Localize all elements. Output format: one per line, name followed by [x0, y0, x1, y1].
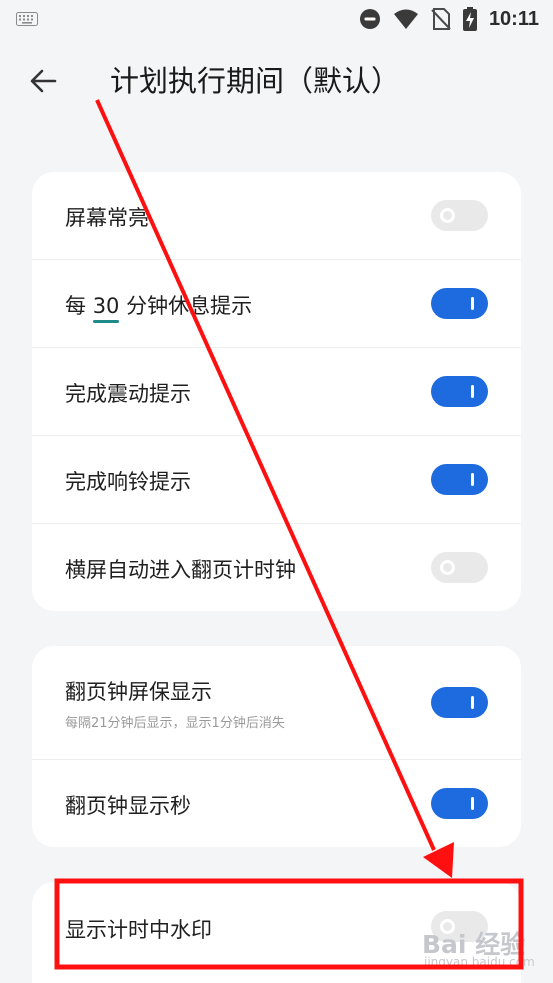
do-not-disturb-icon: [359, 9, 380, 29]
setting-label: 横屏自动进入翻页计时钟: [65, 558, 296, 582]
setting-label: 翻页钟屏保显示: [65, 680, 212, 704]
label-prefix: 每: [65, 294, 93, 318]
setting-row-flip-clock-screensaver[interactable]: 翻页钟屏保显示 每隔21分钟后显示，显示1分钟后消失: [32, 646, 521, 760]
landscape-flip-clock-toggle[interactable]: [431, 552, 488, 583]
setting-label: 完成响铃提示: [65, 470, 191, 494]
interval-number[interactable]: 30: [93, 294, 120, 318]
setting-label: 翻页钟显示秒: [65, 794, 191, 818]
flip-clock-screensaver-toggle[interactable]: [431, 687, 488, 718]
app-bar: 计划执行期间（默认）: [0, 48, 553, 112]
setting-label: 显示计时中水印: [65, 918, 212, 942]
setting-label: 完成震动提示: [65, 382, 191, 406]
screen-always-on-toggle[interactable]: [431, 200, 488, 231]
no-sim-icon: [431, 8, 451, 30]
setting-row-flip-clock-seconds[interactable]: 翻页钟显示秒: [32, 760, 521, 847]
page-title: 计划执行期间（默认）: [110, 64, 401, 98]
setting-row-landscape-flip-clock[interactable]: 横屏自动进入翻页计时钟: [32, 524, 521, 611]
vibrate-on-finish-toggle[interactable]: [431, 376, 488, 407]
setting-row-vibrate-on-finish[interactable]: 完成震动提示: [32, 348, 521, 436]
ring-on-finish-toggle[interactable]: [431, 464, 488, 495]
annotation-arrowhead: [423, 842, 454, 878]
setting-row-break-reminder[interactable]: 每 30 分钟休息提示: [32, 260, 521, 348]
setting-label: 每 30 分钟休息提示: [65, 290, 252, 320]
setting-sublabel: 每隔21分钟后显示，显示1分钟后消失: [65, 716, 285, 731]
settings-card-flip-clock: 翻页钟屏保显示 每隔21分钟后显示，显示1分钟后消失 翻页钟显示秒: [32, 646, 521, 847]
setting-label: 屏幕常亮: [65, 206, 149, 230]
watermark-url: jingyan.baidu.com: [424, 955, 535, 969]
status-time: 10:11: [488, 7, 539, 30]
wifi-icon: [393, 9, 418, 29]
status-bar: 10:11: [0, 0, 553, 38]
label-suffix: 分钟休息提示: [119, 294, 253, 318]
keyboard-icon: [16, 12, 38, 26]
flip-clock-seconds-toggle[interactable]: [431, 788, 488, 819]
break-reminder-toggle[interactable]: [431, 288, 488, 319]
settings-card-general: 屏幕常亮 每 30 分钟休息提示 完成震动提示 完成响铃提示 横屏自动进入翻页计…: [32, 172, 521, 611]
setting-row-screen-always-on[interactable]: 屏幕常亮: [32, 172, 521, 260]
back-arrow-icon[interactable]: [26, 64, 60, 98]
battery-charging-icon: [462, 7, 477, 31]
setting-row-ring-on-finish[interactable]: 完成响铃提示: [32, 436, 521, 524]
